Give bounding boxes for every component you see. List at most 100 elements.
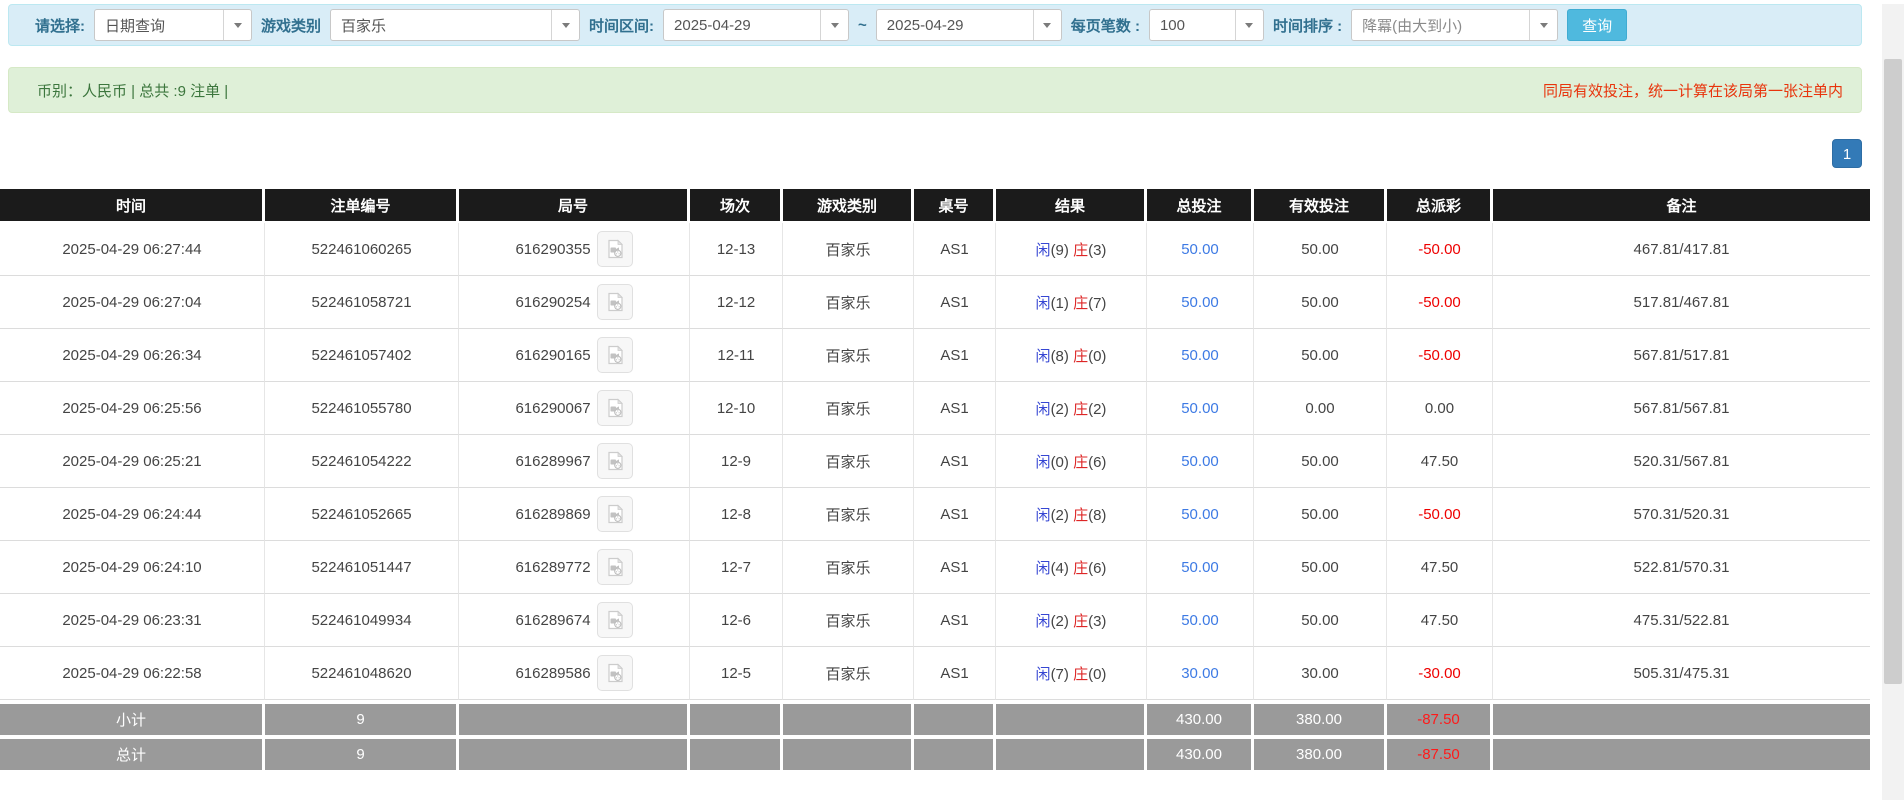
video-replay-icon bbox=[604, 397, 626, 419]
per-page-select[interactable]: 100 bbox=[1149, 9, 1264, 41]
cell-bet-id: 522461058721 bbox=[265, 276, 459, 329]
cell-bet-id: 522461060265 bbox=[265, 223, 459, 276]
cell-total-bet-link[interactable]: 30.00 bbox=[1147, 647, 1254, 700]
banker-score: (2) bbox=[1088, 401, 1106, 418]
cell-round-id: 616289586 bbox=[459, 647, 690, 700]
cell-round-id: 616290165 bbox=[459, 329, 690, 382]
subtotal-payout: -87.50 bbox=[1387, 700, 1493, 735]
vertical-scrollbar-thumb[interactable] bbox=[1884, 59, 1902, 684]
cell-time: 2025-04-29 06:26:34 bbox=[0, 329, 265, 382]
cell-game-category: 百家乐 bbox=[783, 382, 914, 435]
cell-total-bet-link[interactable]: 50.00 bbox=[1147, 435, 1254, 488]
video-replay-icon-button[interactable] bbox=[597, 337, 633, 373]
player-score: (9) bbox=[1051, 242, 1069, 259]
banker-label: 庄 bbox=[1073, 666, 1088, 683]
cell-table-no: AS1 bbox=[914, 276, 996, 329]
cell-remark: 520.31/567.81 bbox=[1493, 435, 1870, 488]
video-replay-icon-button[interactable] bbox=[597, 443, 633, 479]
video-replay-icon-button[interactable] bbox=[597, 496, 633, 532]
col-header-table-no: 桌号 bbox=[914, 189, 996, 223]
banker-label: 庄 bbox=[1073, 454, 1088, 471]
cell-valid-bet: 50.00 bbox=[1254, 223, 1387, 276]
cell-total-bet-link[interactable]: 50.00 bbox=[1147, 488, 1254, 541]
col-header-bet-id: 注单编号 bbox=[265, 189, 459, 223]
col-header-result: 结果 bbox=[996, 189, 1147, 223]
player-label: 闲 bbox=[1036, 401, 1051, 418]
cell-round-id: 616289772 bbox=[459, 541, 690, 594]
cell-bet-id: 522461054222 bbox=[265, 435, 459, 488]
query-type-value: 日期查询 bbox=[95, 15, 223, 36]
table-row: 2025-04-29 06:23:31 522461049934 6162896… bbox=[0, 594, 1870, 647]
banker-score: (3) bbox=[1088, 613, 1106, 630]
subtotal-empty-cell bbox=[914, 700, 996, 735]
col-header-total-payout: 总派彩 bbox=[1387, 189, 1493, 223]
sort-order-select[interactable]: 降冪(由大到小) bbox=[1351, 9, 1558, 41]
round-id-value: 616289869 bbox=[515, 506, 590, 523]
cell-round-id: 616290067 bbox=[459, 382, 690, 435]
cell-valid-bet: 50.00 bbox=[1254, 276, 1387, 329]
cell-table-no: AS1 bbox=[914, 647, 996, 700]
query-button[interactable]: 查询 bbox=[1567, 9, 1627, 41]
cell-game-category: 百家乐 bbox=[783, 541, 914, 594]
banker-score: (6) bbox=[1088, 454, 1106, 471]
cell-total-bet-link[interactable]: 50.00 bbox=[1147, 382, 1254, 435]
cell-total-bet-link[interactable]: 50.00 bbox=[1147, 541, 1254, 594]
cell-round-id: 616289674 bbox=[459, 594, 690, 647]
date-from-select[interactable]: 2025-04-29 bbox=[663, 9, 849, 41]
round-id-value: 616290254 bbox=[515, 294, 590, 311]
col-header-remark: 备注 bbox=[1493, 189, 1870, 223]
video-replay-icon bbox=[604, 556, 626, 578]
cell-time: 2025-04-29 06:23:31 bbox=[0, 594, 265, 647]
page-1-button[interactable]: 1 bbox=[1832, 139, 1862, 168]
banker-score: (3) bbox=[1088, 242, 1106, 259]
cell-time: 2025-04-29 06:22:58 bbox=[0, 647, 265, 700]
cell-time: 2025-04-29 06:25:21 bbox=[0, 435, 265, 488]
banker-label: 庄 bbox=[1073, 560, 1088, 577]
player-score: (2) bbox=[1051, 507, 1069, 524]
cell-game-category: 百家乐 bbox=[783, 276, 914, 329]
video-replay-icon-button[interactable] bbox=[597, 284, 633, 320]
table-row: 2025-04-29 06:24:44 522461052665 6162898… bbox=[0, 488, 1870, 541]
video-replay-icon-button[interactable] bbox=[597, 655, 633, 691]
valid-bet-note: 同局有效投注，统一计算在该局第一张注单内 bbox=[1543, 80, 1843, 101]
cell-total-bet-link[interactable]: 50.00 bbox=[1147, 594, 1254, 647]
cell-total-bet-link[interactable]: 50.00 bbox=[1147, 276, 1254, 329]
vertical-scrollbar-track[interactable] bbox=[1882, 4, 1904, 800]
video-replay-icon-button[interactable] bbox=[597, 549, 633, 585]
cell-remark: 475.31/522.81 bbox=[1493, 594, 1870, 647]
subtotal-valid-bet: 380.00 bbox=[1254, 700, 1387, 735]
round-id-value: 616289586 bbox=[515, 665, 590, 682]
video-replay-icon-button[interactable] bbox=[597, 602, 633, 638]
cell-result: 闲(2) 庄(2) bbox=[996, 382, 1147, 435]
game-category-select[interactable]: 百家乐 bbox=[330, 9, 580, 41]
cell-table-no: AS1 bbox=[914, 329, 996, 382]
video-replay-icon-button[interactable] bbox=[597, 390, 633, 426]
cell-session: 12-6 bbox=[690, 594, 783, 647]
cell-session: 12-11 bbox=[690, 329, 783, 382]
cell-game-category: 百家乐 bbox=[783, 488, 914, 541]
cell-table-no: AS1 bbox=[914, 488, 996, 541]
cell-session: 12-10 bbox=[690, 382, 783, 435]
player-score: (4) bbox=[1051, 560, 1069, 577]
player-score: (7) bbox=[1051, 666, 1069, 683]
player-score: (1) bbox=[1051, 295, 1069, 312]
cell-total-bet-link[interactable]: 50.00 bbox=[1147, 329, 1254, 382]
cell-remark: 517.81/467.81 bbox=[1493, 276, 1870, 329]
cell-total-payout: -50.00 bbox=[1387, 329, 1493, 382]
chevron-down-icon bbox=[1235, 10, 1263, 40]
subtotal-total-bet: 430.00 bbox=[1147, 700, 1254, 735]
cell-total-payout: 0.00 bbox=[1387, 382, 1493, 435]
cell-table-no: AS1 bbox=[914, 435, 996, 488]
round-id-value: 616289967 bbox=[515, 453, 590, 470]
cell-total-bet-link[interactable]: 50.00 bbox=[1147, 223, 1254, 276]
total-count: 9 bbox=[265, 735, 459, 770]
player-label: 闲 bbox=[1036, 613, 1051, 630]
date-to-select[interactable]: 2025-04-29 bbox=[876, 9, 1062, 41]
cell-valid-bet: 50.00 bbox=[1254, 329, 1387, 382]
query-type-select[interactable]: 日期查询 bbox=[94, 9, 252, 41]
cell-session: 12-5 bbox=[690, 647, 783, 700]
cell-result: 闲(9) 庄(3) bbox=[996, 223, 1147, 276]
round-id-value: 616290067 bbox=[515, 400, 590, 417]
total-payout: -87.50 bbox=[1387, 735, 1493, 770]
video-replay-icon-button[interactable] bbox=[597, 231, 633, 267]
